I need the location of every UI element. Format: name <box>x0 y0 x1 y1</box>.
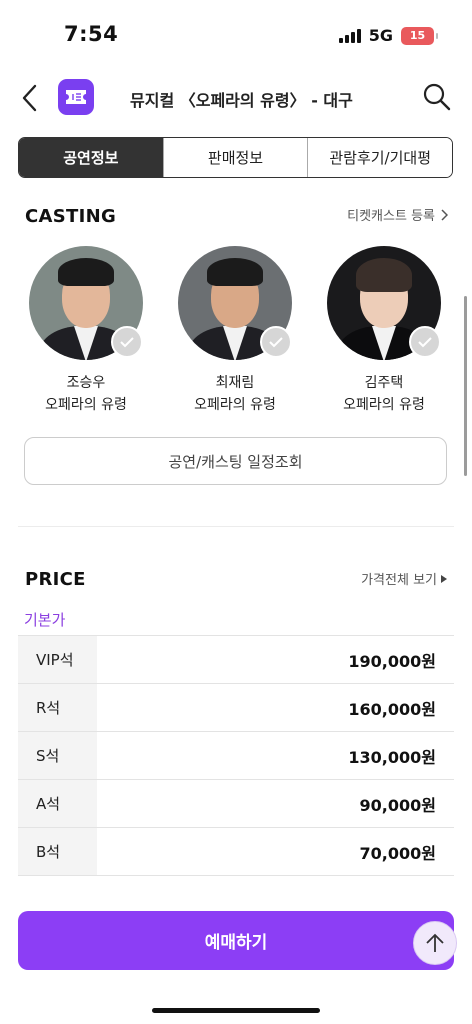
schedule-lookup-button[interactable]: 공연/캐스팅 일정조회 <box>24 437 447 485</box>
signal-icon <box>338 28 361 43</box>
caret-right-icon <box>441 574 447 583</box>
tab-reviews[interactable]: 관람후기/기대평 <box>307 138 452 177</box>
info-tabs: 공연정보 판매정보 관람후기/기대평 <box>18 137 453 178</box>
tab-performance-info[interactable]: 공연정보 <box>19 138 163 177</box>
table-row: VIP석 190,000원 <box>18 636 454 684</box>
scroll-to-top-button[interactable] <box>413 921 457 965</box>
ticketcast-register-label: 티켓캐스트 등록 <box>347 209 435 224</box>
scrollbar[interactable] <box>464 296 467 476</box>
seat-grade: VIP석 <box>18 636 97 683</box>
check-icon[interactable] <box>111 326 143 358</box>
cast-role: 오페라의 유령 <box>45 397 127 413</box>
back-icon <box>22 84 37 112</box>
cast-name: 조승우 <box>66 375 106 391</box>
back-button[interactable] <box>18 82 46 114</box>
table-row: A석 90,000원 <box>18 780 454 828</box>
ticket-icon <box>66 90 86 104</box>
status-time: 7:54 <box>64 22 119 46</box>
home-indicator[interactable] <box>152 1008 320 1013</box>
arrow-up-icon <box>426 933 444 952</box>
cast-list: 조승우 오페라의 유령 최재림 오페라의 유령 김주택 오페라의 유령 <box>0 246 472 416</box>
seat-price: 90,000원 <box>359 795 436 815</box>
seat-grade: B석 <box>18 828 97 875</box>
cast-item[interactable]: 조승우 오페라의 유령 <box>11 246 161 416</box>
seat-grade: R석 <box>18 684 97 731</box>
casting-heading: CASTING <box>25 206 117 227</box>
reserve-button[interactable]: 예매하기 <box>18 911 454 970</box>
seat-price: 130,000원 <box>348 747 436 767</box>
search-icon <box>423 83 451 111</box>
tab-sales-info[interactable]: 판매정보 <box>162 138 308 177</box>
page-title: 뮤지컬 〈오페라의 유령〉 - 대구 <box>130 91 353 110</box>
seat-price: 70,000원 <box>359 843 436 863</box>
seat-price: 190,000원 <box>348 651 436 671</box>
cast-role: 오페라의 유령 <box>343 397 425 413</box>
status-indicators: 5G 15 <box>338 26 438 45</box>
cast-item[interactable]: 김주택 오페라의 유령 <box>309 246 459 416</box>
price-heading: PRICE <box>25 569 86 590</box>
table-row: S석 130,000원 <box>18 732 454 780</box>
ticketcast-register-link[interactable]: 티켓캐스트 등록 <box>347 205 448 224</box>
seat-grade: A석 <box>18 780 97 827</box>
chevron-right-icon <box>441 208 448 221</box>
check-icon[interactable] <box>409 326 441 358</box>
view-all-prices-label: 가격전체 보기 <box>361 573 437 588</box>
status-bar: 7:54 5G 15 <box>0 0 472 70</box>
table-row: R석 160,000원 <box>18 684 454 732</box>
price-table: VIP석 190,000원 R석 160,000원 S석 130,000원 A석… <box>18 635 454 876</box>
battery-level: 15 <box>409 29 426 42</box>
seat-price: 160,000원 <box>348 699 436 719</box>
network-label: 5G <box>368 26 393 45</box>
check-icon[interactable] <box>260 326 292 358</box>
section-divider <box>18 526 454 527</box>
ticket-badge[interactable] <box>58 79 94 115</box>
top-nav-bar: 뮤지컬 〈오페라의 유령〉 - 대구 <box>0 72 472 124</box>
cast-name: 최재림 <box>215 375 255 391</box>
table-row: B석 70,000원 <box>18 828 454 876</box>
cast-name: 김주택 <box>364 375 404 391</box>
seat-grade: S석 <box>18 732 97 779</box>
battery-icon: 15 <box>401 26 438 45</box>
cast-item[interactable]: 최재림 오페라의 유령 <box>160 246 310 416</box>
view-all-prices-link[interactable]: 가격전체 보기 <box>361 569 448 588</box>
base-price-label: 기본가 <box>24 611 66 629</box>
search-button[interactable] <box>422 82 452 112</box>
cast-role: 오페라의 유령 <box>194 397 276 413</box>
